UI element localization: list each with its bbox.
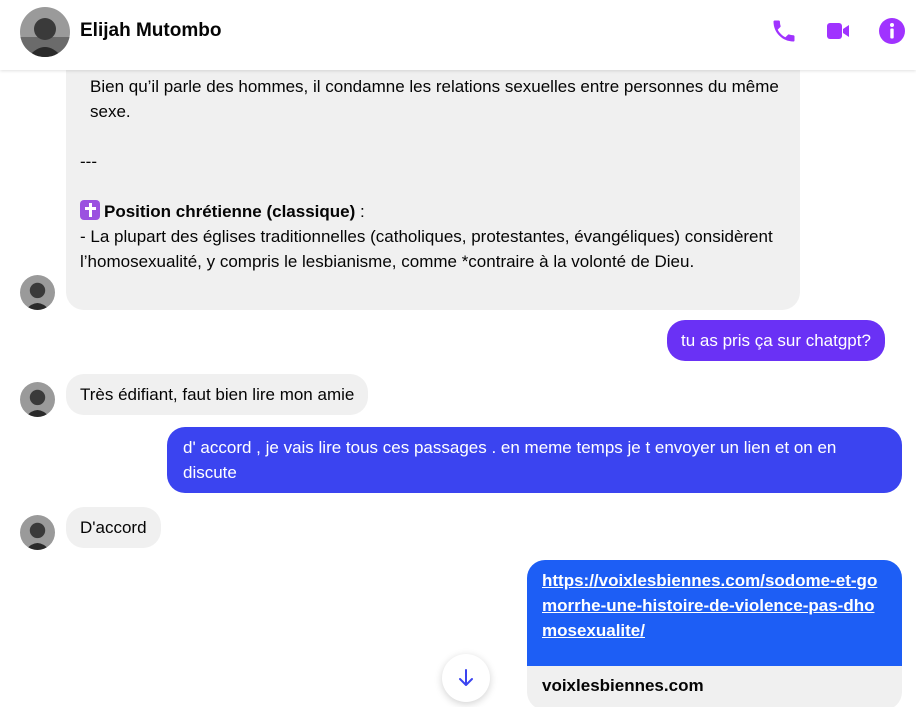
message-text: Bien qu’il parle des hommes, il condamne…: [90, 77, 779, 121]
shared-link[interactable]: https://voixlesbiennes.com/sodome-et-gom…: [542, 571, 877, 640]
message-list[interactable]: Bien qu’il parle des hommes, il condamne…: [0, 70, 916, 707]
latin-cross-icon: [80, 200, 100, 220]
message-bold: Position chrétienne (classique): [104, 202, 356, 221]
message-bubble-outgoing[interactable]: tu as pris ça sur chatgpt?: [667, 320, 885, 361]
link-url-section: https://voixlesbiennes.com/sodome-et-gom…: [527, 560, 902, 666]
message-bubble-incoming[interactable]: Très édifiant, faut bien lire mon amie: [66, 374, 369, 415]
message-heading-line: Position chrétienne (classique) :: [80, 199, 786, 224]
message-bubble-incoming[interactable]: D'accord: [66, 507, 161, 548]
video-icon[interactable]: [824, 17, 852, 45]
message-bubble-outgoing[interactable]: d' accord , je vais lire tous ces passag…: [167, 427, 902, 493]
sender-avatar[interactable]: [20, 382, 55, 417]
arrow-down-icon: [459, 669, 473, 686]
contact-name[interactable]: Elijah Mutombo: [80, 20, 221, 42]
sender-avatar[interactable]: [20, 275, 55, 310]
link-domain: voixlesbiennes.com: [542, 676, 704, 695]
message-text: - La plupart des églises traditionnelles…: [80, 227, 773, 271]
sender-avatar[interactable]: [20, 515, 55, 550]
message-bubble-incoming[interactable]: Bien qu’il parle des hommes, il condamne…: [66, 70, 800, 310]
message-separator: ---: [80, 152, 97, 171]
scroll-to-bottom-button[interactable]: [442, 654, 490, 702]
link-preview-card[interactable]: https://voixlesbiennes.com/sodome-et-gom…: [527, 560, 902, 707]
phone-icon[interactable]: [770, 17, 798, 45]
info-icon[interactable]: [878, 17, 906, 45]
contact-avatar[interactable]: [20, 7, 70, 57]
message-text: :: [355, 202, 365, 221]
chat-header: Elijah Mutombo: [0, 0, 916, 70]
